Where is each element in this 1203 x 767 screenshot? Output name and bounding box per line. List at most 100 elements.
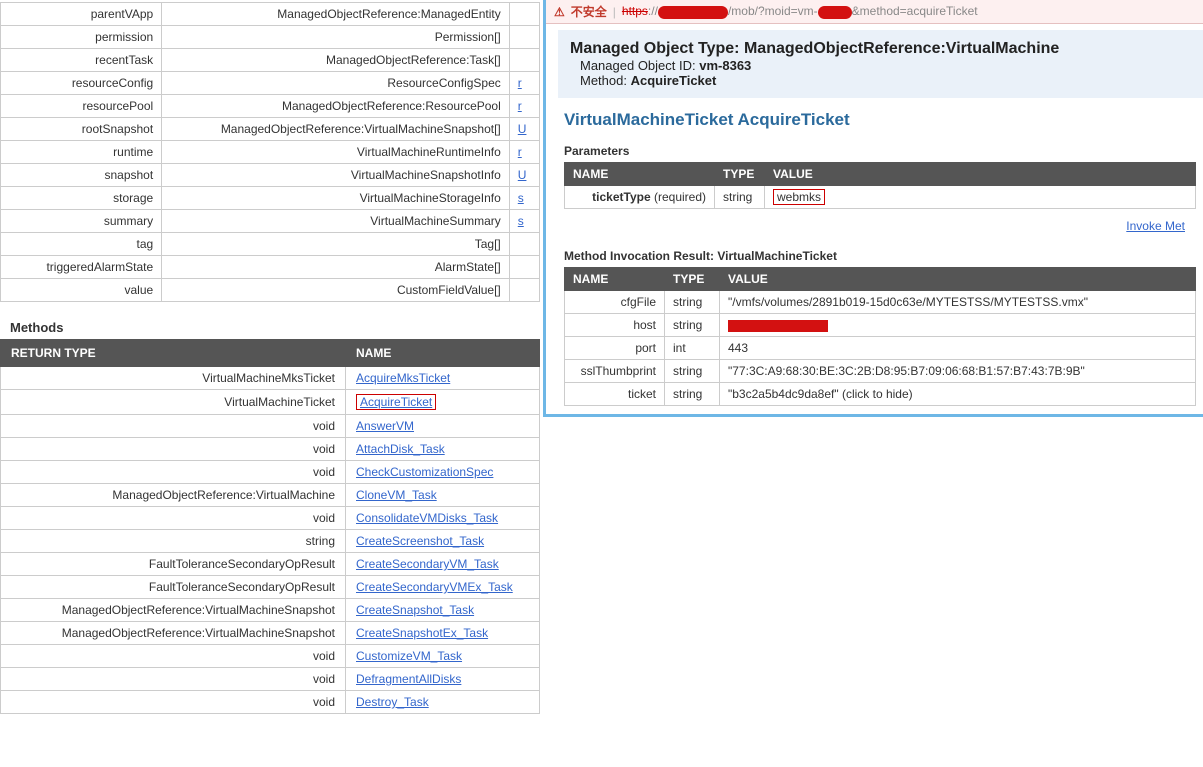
url-text: https:///mob/?moid=vm-&method=acquireTic… bbox=[622, 4, 978, 18]
result-type: string bbox=[665, 360, 720, 383]
param-value[interactable]: webmks bbox=[765, 186, 1196, 209]
properties-table: parentVAppManagedObjectReference:Managed… bbox=[0, 2, 540, 302]
method-link[interactable]: CheckCustomizationSpec bbox=[356, 465, 493, 479]
property-value[interactable] bbox=[509, 26, 539, 49]
method-return-type: void bbox=[1, 668, 346, 691]
method-return-type: void bbox=[1, 645, 346, 668]
parameters-label: Parameters bbox=[564, 144, 1203, 158]
method-row: FaultToleranceSecondaryOpResult CreateSec… bbox=[1, 553, 540, 576]
property-value[interactable] bbox=[509, 3, 539, 26]
insecure-icon: ⚠ bbox=[554, 5, 565, 19]
method-row: voidConsolidateVMDisks_Task bbox=[1, 507, 540, 530]
property-row: resourceConfigResourceConfigSpecr bbox=[1, 72, 540, 95]
property-value[interactable]: U bbox=[509, 164, 539, 187]
method-return-type: FaultToleranceSecondaryOpResult bbox=[1, 553, 346, 576]
property-name: triggeredAlarmState bbox=[1, 256, 162, 279]
method-return-type: ManagedObjectReference:VirtualMachineSna… bbox=[1, 599, 346, 622]
method-link[interactable]: Destroy_Task bbox=[356, 695, 429, 709]
param-name: ticketType (required) bbox=[565, 186, 715, 209]
method-return-type: VirtualMachineTicket bbox=[1, 390, 346, 415]
method-return-type: void bbox=[1, 415, 346, 438]
method-popup-pane: ⚠ 不安全 | https:///mob/?moid=vm-&method=ac… bbox=[543, 0, 1203, 417]
method-row: void CustomizeVM_Task bbox=[1, 645, 540, 668]
param-row: ticketType (required)stringwebmks bbox=[565, 186, 1196, 209]
method-link[interactable]: CreateSecondaryVM_Task bbox=[356, 557, 499, 571]
property-value[interactable]: r bbox=[509, 141, 539, 164]
method-return-type: ManagedObjectReference:VirtualMachine bbox=[1, 484, 346, 507]
property-type: VirtualMachineSummary bbox=[162, 210, 510, 233]
object-header: Managed Object Type: ManagedObjectRefere… bbox=[558, 30, 1203, 98]
method-row: VirtualMachineTicket AcquireTicket bbox=[1, 390, 540, 415]
property-row: recentTaskManagedObjectReference:Task[] bbox=[1, 49, 540, 72]
property-value[interactable]: r bbox=[509, 72, 539, 95]
method-link[interactable]: DefragmentAllDisks bbox=[356, 672, 461, 686]
property-value[interactable]: r bbox=[509, 95, 539, 118]
object-method-value: AcquireTicket bbox=[631, 73, 717, 88]
property-value[interactable]: s bbox=[509, 187, 539, 210]
result-col-name: NAME bbox=[565, 268, 665, 291]
property-row: permissionPermission[] bbox=[1, 26, 540, 49]
result-value[interactable]: "b3c2a5b4dc9da8ef" (click to hide) bbox=[728, 387, 913, 401]
method-link[interactable]: CreateScreenshot_Task bbox=[356, 534, 484, 548]
result-name: ticket bbox=[565, 383, 665, 406]
result-row: cfgFilestring"/vmfs/volumes/2891b019-15d… bbox=[565, 291, 1196, 314]
property-row: snapshotVirtualMachineSnapshotInfoU bbox=[1, 164, 540, 187]
method-link[interactable]: CustomizeVM_Task bbox=[356, 649, 462, 663]
method-link[interactable]: CloneVM_Task bbox=[356, 488, 437, 502]
property-value[interactable] bbox=[509, 256, 539, 279]
object-id-label: Managed Object ID: bbox=[580, 58, 696, 73]
property-name: runtime bbox=[1, 141, 162, 164]
result-type: string bbox=[665, 291, 720, 314]
property-name: value bbox=[1, 279, 162, 302]
method-link[interactable]: AttachDisk_Task bbox=[356, 442, 445, 456]
property-type: ResourceConfigSpec bbox=[162, 72, 510, 95]
property-row: rootSnapshotManagedObjectReference:Virtu… bbox=[1, 118, 540, 141]
method-return-type: void bbox=[1, 691, 346, 714]
result-label: Method Invocation Result: VirtualMachine… bbox=[564, 249, 1203, 263]
param-col-name: NAME bbox=[565, 163, 715, 186]
method-link[interactable]: ConsolidateVMDisks_Task bbox=[356, 511, 498, 525]
method-row: voidAttachDisk_Task bbox=[1, 438, 540, 461]
property-name: rootSnapshot bbox=[1, 118, 162, 141]
method-return-type: FaultToleranceSecondaryOpResult bbox=[1, 576, 346, 599]
method-link[interactable]: CreateSnapshotEx_Task bbox=[356, 626, 488, 640]
property-row: triggeredAlarmStateAlarmState[] bbox=[1, 256, 540, 279]
property-value[interactable]: U bbox=[509, 118, 539, 141]
result-type: string bbox=[665, 383, 720, 406]
redacted-id-icon bbox=[818, 6, 852, 19]
address-bar: ⚠ 不安全 | https:///mob/?moid=vm-&method=ac… bbox=[546, 0, 1203, 24]
property-value[interactable]: s bbox=[509, 210, 539, 233]
object-method-label: Method: bbox=[580, 73, 627, 88]
property-name: parentVApp bbox=[1, 3, 162, 26]
property-row: summaryVirtualMachineSummarys bbox=[1, 210, 540, 233]
method-row: ManagedObjectReference:VirtualMachineSna… bbox=[1, 622, 540, 645]
method-row: FaultToleranceSecondaryOpResult CreateSec… bbox=[1, 576, 540, 599]
result-row: portint443 bbox=[565, 337, 1196, 360]
property-name: summary bbox=[1, 210, 162, 233]
property-type: AlarmState[] bbox=[162, 256, 510, 279]
parameters-table: NAME TYPE VALUE ticketType (required)str… bbox=[564, 162, 1196, 209]
methods-table: RETURN TYPE NAME VirtualMachineMksTicket… bbox=[0, 339, 540, 714]
object-type-label: Managed Object Type: bbox=[570, 40, 740, 57]
property-name: resourcePool bbox=[1, 95, 162, 118]
result-type: string bbox=[665, 314, 720, 337]
property-value[interactable] bbox=[509, 279, 539, 302]
method-link[interactable]: AcquireTicket bbox=[356, 394, 436, 410]
insecure-label: 不安全 bbox=[571, 3, 607, 20]
result-name: port bbox=[565, 337, 665, 360]
method-link[interactable]: CreateSecondaryVMEx_Task bbox=[356, 580, 513, 594]
property-row: resourcePoolManagedObjectReference:Resou… bbox=[1, 95, 540, 118]
property-value[interactable] bbox=[509, 233, 539, 256]
property-value[interactable] bbox=[509, 49, 539, 72]
result-row: ticketstring "b3c2a5b4dc9da8ef" (click to… bbox=[565, 383, 1196, 406]
property-type: CustomFieldValue[] bbox=[162, 279, 510, 302]
property-type: ManagedObjectReference:VirtualMachineSna… bbox=[162, 118, 510, 141]
method-link[interactable]: CreateSnapshot_Task bbox=[356, 603, 474, 617]
addr-divider: | bbox=[613, 5, 616, 19]
method-link[interactable]: AcquireMksTicket bbox=[356, 371, 450, 385]
result-row: hoststring bbox=[565, 314, 1196, 337]
invoke-method-link[interactable]: Invoke Met bbox=[1126, 219, 1185, 233]
property-row: runtimeVirtualMachineRuntimeInfor bbox=[1, 141, 540, 164]
method-row: voidCheckCustomizationSpec bbox=[1, 461, 540, 484]
method-link[interactable]: AnswerVM bbox=[356, 419, 414, 433]
